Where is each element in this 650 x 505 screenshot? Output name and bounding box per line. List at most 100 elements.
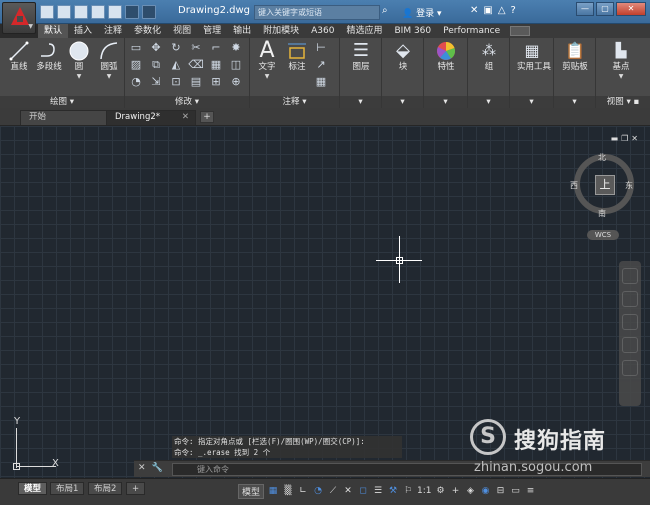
- annotation-monitor-icon[interactable]: +: [450, 486, 462, 496]
- copy-icon[interactable]: ⧉: [147, 58, 165, 75]
- annotation-panel-title[interactable]: 注释 ▾: [250, 96, 339, 108]
- snap-icon[interactable]: ▒: [282, 486, 294, 496]
- compass-north[interactable]: 北: [598, 152, 606, 163]
- block-button[interactable]: ⬙ 块: [388, 40, 418, 73]
- tab-insert[interactable]: 插入: [68, 24, 98, 38]
- leader-icon[interactable]: ↗: [312, 58, 330, 75]
- hatch-icon[interactable]: ▨: [127, 58, 145, 75]
- restore-viewport-icon[interactable]: ❐: [621, 134, 628, 143]
- polar-icon[interactable]: ◔: [312, 486, 324, 496]
- rectangle-icon[interactable]: ▭: [127, 41, 145, 58]
- move-icon[interactable]: ✥: [147, 41, 165, 58]
- layers-button[interactable]: ☰ 图层: [346, 40, 376, 73]
- mirror-icon[interactable]: ◭: [167, 58, 185, 75]
- tab-drawing2[interactable]: Drawing2* ✕: [106, 110, 196, 125]
- viewcube-top-face[interactable]: 上: [595, 175, 615, 195]
- redo-icon[interactable]: [142, 5, 156, 19]
- join-icon[interactable]: ⊕: [227, 75, 245, 92]
- showmotion-icon[interactable]: [622, 360, 638, 376]
- text-button[interactable]: A 文字 ▼: [252, 40, 282, 81]
- application-menu-button[interactable]: ▼: [2, 2, 36, 34]
- zoom-icon[interactable]: [622, 314, 638, 330]
- table-icon[interactable]: ▦: [312, 75, 330, 92]
- erase-icon[interactable]: ⌫: [187, 58, 205, 75]
- compass-east[interactable]: 东: [625, 180, 633, 191]
- new-tab-button[interactable]: +: [200, 111, 214, 123]
- stretch-icon[interactable]: ⇲: [147, 75, 165, 92]
- utilities-button[interactable]: ▦ 实用工具: [517, 40, 551, 73]
- ortho-icon[interactable]: ∟: [297, 486, 309, 496]
- tab-annotate[interactable]: 注释: [98, 24, 128, 38]
- help-button[interactable]: ?: [511, 5, 516, 16]
- chevron-down-icon[interactable]: ▼: [252, 73, 282, 80]
- polyline-button[interactable]: 多段线: [34, 40, 64, 73]
- annotation-visibility-icon[interactable]: ⚒: [387, 486, 399, 496]
- minimize-button[interactable]: —: [576, 2, 594, 16]
- tab-model[interactable]: 模型: [18, 482, 48, 495]
- tab-default[interactable]: 默认: [38, 24, 69, 38]
- workspace-gear-icon[interactable]: ⚙: [435, 486, 447, 496]
- tab-layout2[interactable]: 布局2: [88, 482, 123, 495]
- drawing-canvas[interactable]: ▬ ❐ ✕ 上 北 南 东 西 WCS Y X: [0, 126, 650, 478]
- close-viewport-icon[interactable]: ✕: [631, 134, 638, 143]
- compass-west[interactable]: 西: [570, 180, 578, 191]
- tab-addins[interactable]: 附加模块: [257, 24, 305, 38]
- search-icon[interactable]: ⌕: [382, 5, 396, 20]
- customization-menu-icon[interactable]: ≡: [525, 486, 537, 496]
- command-input[interactable]: 键入命令: [172, 463, 642, 476]
- undo-icon[interactable]: [125, 5, 139, 19]
- close-command-line-icon[interactable]: ✕: [138, 463, 146, 473]
- isolate-objects-icon[interactable]: ◉: [480, 486, 492, 496]
- arc-button[interactable]: 圆弧 ▼: [94, 40, 124, 80]
- group-button[interactable]: ⁂ 组: [474, 40, 504, 73]
- offset-icon[interactable]: ◫: [227, 58, 245, 75]
- tab-bim360[interactable]: BIM 360: [388, 24, 437, 38]
- isodraft-icon[interactable]: ⟋: [327, 486, 339, 496]
- fillet-icon[interactable]: ⌐: [207, 41, 225, 58]
- model-space-button[interactable]: 模型: [238, 483, 265, 499]
- lineweight-icon[interactable]: ☰: [372, 486, 384, 496]
- plot-icon[interactable]: [108, 5, 122, 19]
- chevron-down-icon[interactable]: ▼: [94, 73, 124, 80]
- close-button[interactable]: ✕: [616, 2, 646, 16]
- hardware-acceleration-icon[interactable]: ⊟: [495, 486, 507, 496]
- circle-button[interactable]: 圆 ▼: [64, 40, 94, 80]
- draw-panel-title[interactable]: 绘图 ▾: [0, 96, 124, 108]
- properties-panel-expand[interactable]: ▾: [424, 96, 467, 108]
- tab-view[interactable]: 视图: [167, 24, 197, 38]
- orbit-icon[interactable]: [622, 337, 638, 353]
- grid-icon[interactable]: ▦: [267, 486, 279, 496]
- clipboard-panel-expand[interactable]: ▾: [554, 96, 595, 108]
- search-input[interactable]: 键入关键字或短语: [254, 5, 380, 20]
- tab-manage[interactable]: 管理: [197, 24, 227, 38]
- layers-panel-expand[interactable]: ▾: [340, 96, 381, 108]
- clean-screen-icon[interactable]: ▭: [510, 486, 522, 496]
- annotation-scale[interactable]: 1:1: [417, 486, 431, 496]
- tab-performance[interactable]: Performance: [437, 24, 506, 38]
- tab-a360[interactable]: A360: [305, 24, 340, 38]
- pan-icon[interactable]: [622, 291, 638, 307]
- block-panel-expand[interactable]: ▾: [382, 96, 423, 108]
- save-icon[interactable]: [74, 5, 88, 19]
- exchange-icon[interactable]: ✕: [470, 5, 478, 16]
- minimize-viewport-icon[interactable]: ▬: [611, 134, 619, 143]
- chevron-down-icon[interactable]: ▼: [64, 73, 94, 80]
- annotation-autoscale-icon[interactable]: ⚐: [402, 486, 414, 496]
- boundary-icon[interactable]: ⊞: [207, 75, 225, 92]
- array-icon[interactable]: ▦: [207, 58, 225, 75]
- dimension-button[interactable]: 标注: [282, 40, 312, 73]
- object-snap-icon[interactable]: ◻: [357, 486, 369, 496]
- tab-start[interactable]: 开始: [20, 110, 108, 125]
- groups-panel-expand[interactable]: ▾: [468, 96, 509, 108]
- object-snap-tracking-icon[interactable]: ✕: [342, 486, 354, 496]
- tab-parametric[interactable]: 参数化: [128, 24, 167, 38]
- maximize-button[interactable]: ▢: [596, 2, 614, 16]
- units-icon[interactable]: ◈: [465, 486, 477, 496]
- trim-icon[interactable]: ✂: [187, 41, 205, 58]
- view-panel-title[interactable]: 视图 ▾ ▪: [596, 96, 650, 108]
- gradient-icon[interactable]: ▤: [187, 75, 205, 92]
- tab-layout1[interactable]: 布局1: [50, 482, 85, 495]
- tab-output[interactable]: 输出: [227, 24, 257, 38]
- save-as-icon[interactable]: [91, 5, 105, 19]
- modify-panel-title[interactable]: 修改 ▾: [125, 96, 249, 108]
